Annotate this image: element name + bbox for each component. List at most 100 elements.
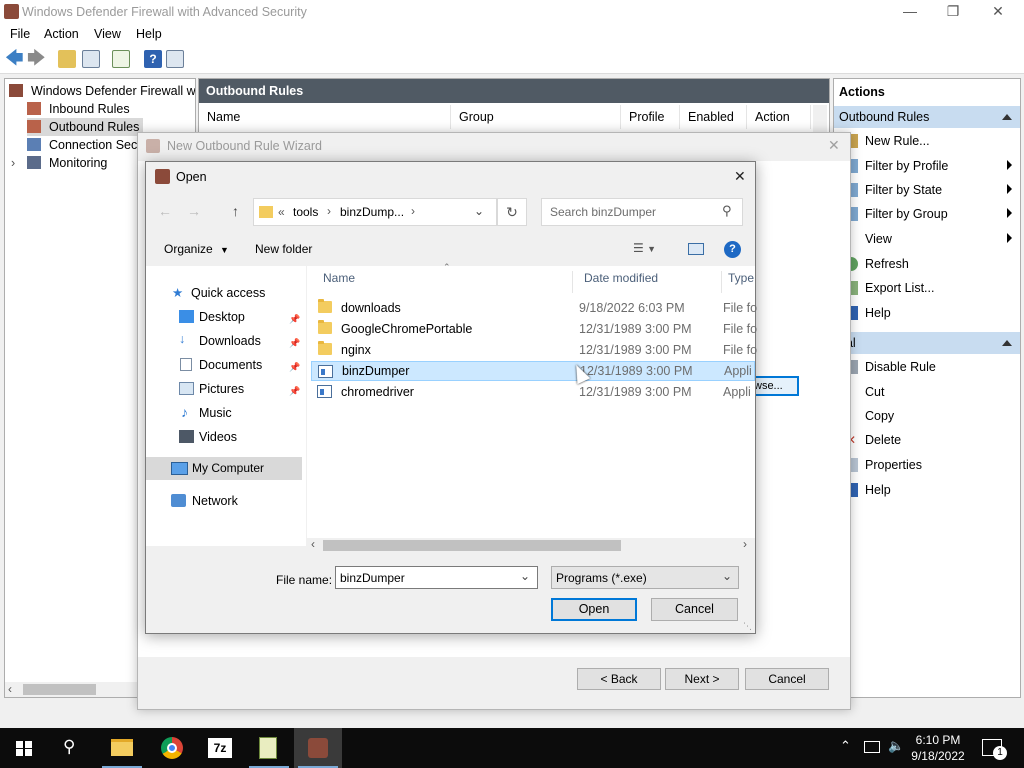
action-center-button[interactable]: 1 (982, 739, 1007, 760)
actions-section-outbound-rules[interactable]: Outbound Rules (834, 106, 1020, 128)
action-filter-by-state[interactable]: Filter by State (865, 183, 942, 197)
browse-button[interactable]: wse... (749, 376, 799, 396)
column-profile[interactable]: Profile (621, 105, 680, 129)
close-window-button[interactable]: ✕ (978, 2, 1018, 22)
dropdown-caret-icon: ▼ (220, 245, 229, 255)
action-properties[interactable]: Properties (865, 458, 922, 472)
nav-my-computer[interactable]: My Computer (146, 457, 302, 480)
scroll-left-arrow-icon[interactable]: ‹ (8, 682, 12, 696)
file-explorer-taskbar-button[interactable] (98, 728, 146, 768)
chrome-taskbar-button[interactable] (148, 728, 196, 768)
nav-forward-arrow-icon[interactable]: → (187, 203, 201, 219)
collapse-up-icon[interactable] (1002, 340, 1012, 346)
pin-icon[interactable]: 📌 (289, 362, 300, 372)
wizard-back-button[interactable]: < Back (577, 668, 661, 690)
menu-view[interactable]: View (94, 27, 121, 41)
show-hide-tree-icon[interactable] (82, 50, 100, 68)
scrollbar-thumb[interactable] (323, 540, 621, 551)
search-box[interactable]: Search binzDumper ⚲ (541, 198, 743, 226)
back-arrow-icon[interactable]: 🡄 (5, 49, 24, 68)
maximize-button[interactable]: ❐ (933, 2, 973, 22)
menu-file[interactable]: File (10, 27, 30, 41)
column-enabled[interactable]: Enabled (680, 105, 747, 129)
action-filter-by-group[interactable]: Filter by Group (865, 207, 948, 221)
menu-help[interactable]: Help (136, 27, 162, 41)
action-help[interactable]: Help (865, 306, 891, 320)
search-button[interactable]: ⚲ (48, 728, 96, 768)
network-tray-icon[interactable] (864, 741, 880, 753)
scrollbar-thumb[interactable] (23, 684, 96, 695)
7zip-taskbar-button[interactable]: 7z (196, 728, 244, 768)
column-header-type[interactable]: Type (728, 271, 754, 285)
actions-section-selected-rule[interactable]: nal (834, 332, 1020, 354)
breadcrumb-overflow[interactable]: « (278, 205, 285, 219)
start-button[interactable] (0, 728, 48, 768)
file-row[interactable]: downloads 9/18/2022 6:03 PM File fo (311, 298, 757, 318)
organize-button[interactable]: Organize ▼ (164, 242, 229, 256)
notepad-taskbar-button[interactable] (245, 728, 293, 768)
export-list-icon[interactable] (112, 50, 130, 68)
up-folder-icon[interactable] (58, 50, 76, 68)
column-action[interactable]: Action (747, 105, 811, 129)
file-type-select[interactable]: Programs (*.exe) ⌄ (551, 566, 739, 589)
action-cut[interactable]: Cut (865, 385, 884, 399)
file-row[interactable]: chromedriver 12/31/1989 3:00 PM Appli (311, 382, 755, 402)
address-bar[interactable]: « tools › binzDump... › ⌄ (253, 198, 497, 226)
pin-icon[interactable]: 📌 (289, 386, 300, 396)
action-copy[interactable]: Copy (865, 409, 894, 423)
column-group[interactable]: Group (451, 105, 621, 129)
action-refresh[interactable]: Refresh (865, 257, 909, 271)
volume-tray-icon[interactable]: 🔈 (888, 738, 904, 754)
new-folder-button[interactable]: New folder (255, 242, 312, 256)
wizard-close-button[interactable]: ✕ (828, 137, 840, 154)
wizard-cancel-button[interactable]: Cancel (745, 668, 829, 690)
forward-arrow-icon[interactable]: 🡆 (27, 49, 46, 68)
open-dialog-close-button[interactable]: ✕ (734, 168, 746, 185)
help-icon[interactable]: ? (144, 50, 162, 68)
expand-chevron-icon[interactable]: › (11, 154, 15, 172)
view-options-icon[interactable]: ☰ ▼ (633, 241, 656, 255)
pin-icon[interactable]: 📌 (289, 314, 300, 324)
file-row[interactable]: GoogleChromePortable 12/31/1989 3:00 PM … (311, 319, 757, 339)
menu-action[interactable]: Action (44, 27, 79, 41)
show-hidden-icons-icon[interactable]: ⌃ (840, 738, 851, 754)
column-name[interactable]: Name (199, 105, 451, 129)
dropdown-chevron-icon[interactable]: ⌄ (520, 569, 530, 583)
file-list-horizontal-scrollbar[interactable]: ‹ › (307, 537, 755, 553)
pin-icon[interactable]: 📌 (289, 338, 300, 348)
breadcrumb-binzdumper[interactable]: binzDump... (340, 205, 404, 219)
collapse-up-icon[interactable] (1002, 114, 1012, 120)
file-name-input[interactable]: binzDumper ⌄ (335, 566, 538, 589)
action-export-list[interactable]: Export List... (865, 281, 934, 295)
column-header-date[interactable]: Date modified (584, 271, 722, 293)
action-delete[interactable]: Delete (865, 433, 901, 447)
search-input[interactable]: Search binzDumper (550, 205, 656, 219)
scroll-left-arrow-icon[interactable]: ‹ (311, 537, 315, 551)
action-pane-icon[interactable] (166, 50, 184, 68)
cancel-button[interactable]: Cancel (651, 598, 738, 621)
clock[interactable]: 6:10 PM 9/18/2022 (908, 732, 968, 764)
resize-grip-icon[interactable]: ⋱ (743, 621, 752, 632)
action-new-rule[interactable]: New Rule... (865, 134, 930, 148)
wizard-next-button[interactable]: Next > (665, 668, 739, 690)
action-view[interactable]: View (865, 232, 892, 246)
nav-up-arrow-icon[interactable]: ↑ (232, 203, 239, 219)
refresh-button[interactable]: ↻ (497, 198, 527, 226)
file-row[interactable]: nginx 12/31/1989 3:00 PM File fo (311, 340, 757, 360)
nav-back-arrow-icon[interactable]: ← (158, 203, 172, 219)
action-filter-by-profile[interactable]: Filter by Profile (865, 159, 948, 173)
column-header-name[interactable]: Name (323, 271, 573, 293)
open-button[interactable]: Open (551, 598, 637, 621)
application-icon (318, 365, 333, 378)
scroll-right-arrow-icon[interactable]: › (743, 537, 747, 551)
help-icon[interactable]: ? (724, 241, 741, 258)
firewall-taskbar-button[interactable] (294, 728, 342, 768)
address-dropdown-icon[interactable]: ⌄ (474, 204, 484, 218)
breadcrumb-tools[interactable]: tools (293, 205, 318, 219)
action-help-2[interactable]: Help (865, 483, 891, 497)
file-row-selected[interactable]: binzDumper 12/31/1989 3:00 PM Appli (311, 361, 755, 381)
tree-item-outbound-rules[interactable]: Outbound Rules (27, 118, 143, 136)
action-disable-rule[interactable]: Disable Rule (865, 360, 936, 374)
minimize-button[interactable]: — (890, 2, 930, 22)
preview-pane-icon[interactable] (688, 243, 704, 255)
